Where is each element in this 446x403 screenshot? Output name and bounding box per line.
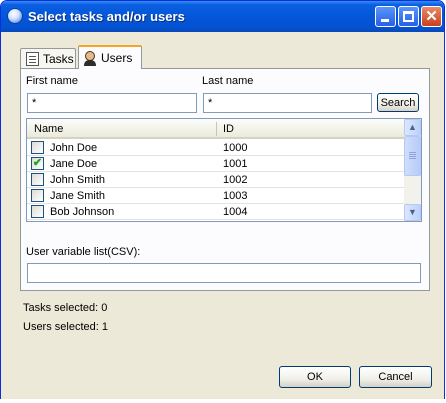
column-header-name[interactable]: Name [34, 123, 63, 135]
tab-users-label: Users [101, 51, 133, 65]
user-name-cell: Jane Doe [50, 158, 98, 170]
maximize-icon [403, 11, 414, 22]
user-id-cell: 1004 [223, 206, 248, 218]
close-button[interactable]: ✕ [421, 6, 442, 27]
row-checkbox[interactable] [31, 173, 44, 186]
close-icon: ✕ [425, 8, 438, 25]
dialog-window: Select tasks and/or users ✕ Tasks Users … [0, 0, 445, 400]
column-divider[interactable] [216, 122, 217, 136]
user-id-cell: 1003 [223, 190, 248, 202]
minimize-button[interactable] [375, 6, 396, 27]
table-row[interactable]: Anonymous [27, 220, 404, 222]
user-name-cell: Bob Johnson [50, 206, 115, 218]
cancel-button[interactable]: Cancel [359, 366, 432, 388]
row-checkbox-checked[interactable]: ✔ [31, 157, 44, 170]
page-background [0, 399, 446, 403]
row-checkbox[interactable] [31, 205, 44, 218]
last-name-label: Last name [202, 75, 254, 87]
scroll-down-icon[interactable]: ▼ [404, 204, 421, 221]
user-id-cell: 1001 [223, 158, 248, 170]
user-id-cell: 1000 [223, 142, 248, 154]
users-table: Name ID John Doe 1000 ✔ Jane Doe 1001 Jo… [26, 118, 422, 222]
first-name-field[interactable] [27, 93, 197, 113]
tab-users[interactable]: Users [78, 45, 142, 69]
table-row[interactable]: Jane Smith 1003 [27, 188, 404, 204]
table-header: Name ID [27, 119, 404, 139]
user-name-cell: Jane Smith [50, 190, 106, 202]
ok-button[interactable]: OK [279, 366, 351, 388]
first-name-label: First name [26, 75, 78, 87]
table-row[interactable]: John Smith 1002 [27, 172, 404, 188]
user-name-cell: John Smith [50, 174, 106, 186]
csv-label: User variable list(CSV): [26, 246, 141, 258]
tab-tasks-label: Tasks [43, 52, 74, 66]
table-row[interactable]: ✔ Jane Doe 1001 [27, 156, 404, 172]
tab-tasks[interactable]: Tasks [20, 48, 76, 69]
users-selected-text: Users selected: 1 [23, 321, 108, 333]
row-checkbox[interactable] [31, 141, 44, 154]
app-icon [7, 8, 23, 24]
maximize-button[interactable] [398, 6, 419, 27]
column-header-id[interactable]: ID [223, 123, 234, 135]
vertical-scrollbar[interactable]: ▲ ▼ [404, 119, 421, 221]
minimize-icon [381, 19, 389, 22]
document-list-icon [26, 52, 39, 66]
title-bar[interactable]: Select tasks and/or users ✕ [1, 1, 444, 32]
user-id-cell: 1002 [223, 174, 248, 186]
scroll-up-icon[interactable]: ▲ [404, 119, 421, 136]
search-button[interactable]: Search [377, 93, 419, 112]
last-name-field[interactable] [203, 93, 372, 113]
tasks-selected-text: Tasks selected: 0 [23, 302, 108, 314]
table-row[interactable]: John Doe 1000 [27, 140, 404, 156]
row-checkbox[interactable] [31, 189, 44, 202]
csv-field[interactable] [27, 263, 421, 283]
user-name-cell: John Doe [50, 142, 98, 154]
window-title: Select tasks and/or users [28, 9, 185, 24]
row-checkbox[interactable] [31, 221, 44, 222]
table-row[interactable]: Bob Johnson 1004 [27, 204, 404, 220]
users-tab-panel: First name Last name Search Name ID John… [20, 68, 430, 291]
user-icon [84, 51, 96, 66]
scroll-thumb[interactable] [404, 136, 421, 176]
